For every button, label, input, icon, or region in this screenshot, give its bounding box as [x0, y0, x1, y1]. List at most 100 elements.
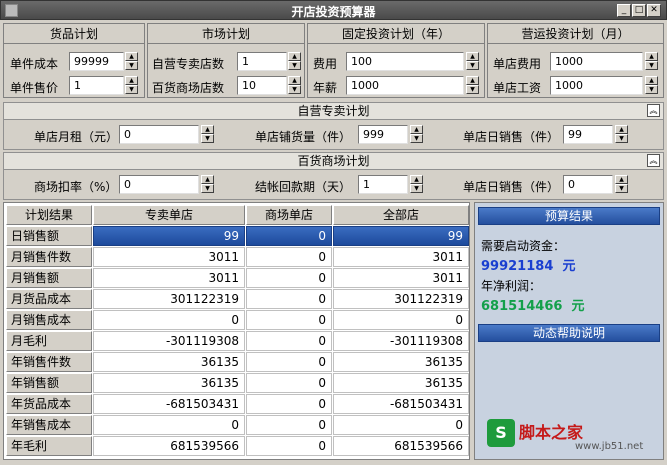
table-cell[interactable]: 3011: [333, 268, 469, 288]
unit-cost-spinner[interactable]: ▲ ▼: [125, 52, 138, 71]
table-cell[interactable]: 0: [246, 352, 332, 372]
annual-salary-input[interactable]: 1000: [346, 76, 464, 95]
table-cell[interactable]: 99: [333, 226, 469, 246]
column-header[interactable]: 商场单店: [246, 205, 332, 225]
budget-result-panel: 预算结果 需要启动资金： 99921184 元 年净利润： 681514466 …: [474, 202, 664, 460]
self-store-plan-bar[interactable]: 自营专卖计划 ︽: [3, 102, 664, 120]
row-label[interactable]: 月毛利: [6, 331, 92, 351]
unit-price-spinner[interactable]: ▲ ▼: [125, 76, 138, 95]
dynamic-help-title[interactable]: 动态帮助说明: [478, 324, 660, 342]
table-cell[interactable]: 3011: [93, 268, 245, 288]
self-daily-sales-spinner[interactable]: ▲ ▼: [615, 125, 628, 144]
table-cell[interactable]: 0: [93, 415, 245, 435]
discount-rate-spinner[interactable]: ▲ ▼: [201, 175, 214, 194]
table-cell[interactable]: 0: [246, 226, 332, 246]
expense-input[interactable]: 100: [346, 52, 464, 71]
payment-period-spinner[interactable]: ▲ ▼: [410, 175, 423, 194]
table-cell[interactable]: 301122319: [93, 289, 245, 309]
collapse-icon[interactable]: ︽: [647, 104, 660, 117]
table-cell[interactable]: 0: [333, 415, 469, 435]
monthly-rent-spinner[interactable]: ▲ ▼: [201, 125, 214, 144]
monthly-rent-input[interactable]: 0: [119, 125, 199, 144]
self-store-count-spinner[interactable]: ▲ ▼: [288, 52, 301, 71]
close-button[interactable]: ✕: [647, 4, 661, 17]
row-label[interactable]: 年销售件数: [6, 352, 92, 372]
row-label[interactable]: 月销售额: [6, 268, 92, 288]
row-label[interactable]: 年销售成本: [6, 415, 92, 435]
table-cell[interactable]: 36135: [333, 352, 469, 372]
table-cell[interactable]: 36135: [333, 373, 469, 393]
unit-cost-label: 单件成本: [10, 57, 59, 71]
self-store-count-label: 自营专卖店数: [152, 57, 225, 71]
startup-capital-value: 99921184 元: [481, 259, 576, 274]
dept-daily-sales-input[interactable]: 0: [563, 175, 613, 194]
collapse-icon[interactable]: ︽: [647, 154, 660, 167]
goods-plan-group: 货品计划 单件成本 99999 ▲ ▼ 单件售价 1 ▲ ▼: [3, 23, 145, 98]
table-cell[interactable]: -301119308: [333, 331, 469, 351]
column-header[interactable]: 专卖单店: [93, 205, 245, 225]
table-cell[interactable]: 301122319: [333, 289, 469, 309]
column-header[interactable]: 计划结果: [6, 205, 92, 225]
table-cell[interactable]: 36135: [93, 373, 245, 393]
row-label[interactable]: 年货品成本: [6, 394, 92, 414]
dept-store-plan-bar[interactable]: 百货商场计划 ︽: [3, 152, 664, 170]
expense-label: 费用: [313, 57, 338, 71]
store-wage-input[interactable]: 1000: [550, 76, 643, 95]
payment-period-input[interactable]: 1: [358, 175, 408, 194]
table-cell[interactable]: -301119308: [93, 331, 245, 351]
maximize-button[interactable]: □: [632, 4, 646, 17]
row-label[interactable]: 月货品成本: [6, 289, 92, 309]
discount-rate-label: 商场扣率（%）: [34, 180, 118, 194]
stock-volume-spinner[interactable]: ▲ ▼: [410, 125, 423, 144]
table-cell[interactable]: 3011: [93, 247, 245, 267]
table-cell[interactable]: 99: [93, 226, 245, 246]
net-profit-label: 年净利润：: [481, 279, 542, 293]
table-cell[interactable]: 0: [246, 436, 332, 456]
row-label[interactable]: 年销售额: [6, 373, 92, 393]
stock-volume-input[interactable]: 999: [358, 125, 408, 144]
table-cell[interactable]: 0: [246, 289, 332, 309]
dept-daily-sales-spinner[interactable]: ▲ ▼: [615, 175, 628, 194]
unit-price-input[interactable]: 1: [69, 76, 124, 95]
market-plan-title: 市场计划: [148, 24, 304, 44]
table-cell[interactable]: 0: [246, 331, 332, 351]
table-cell[interactable]: 0: [333, 310, 469, 330]
column-header[interactable]: 全部店: [333, 205, 469, 225]
dept-store-plan-title: 百货商场计划: [297, 154, 370, 168]
row-label[interactable]: 年毛利: [6, 436, 92, 456]
discount-rate-input[interactable]: 0: [119, 175, 199, 194]
unit-price-label: 单件售价: [10, 81, 59, 95]
unit-cost-input[interactable]: 99999: [69, 52, 124, 71]
table-cell[interactable]: 3011: [333, 247, 469, 267]
store-wage-spinner[interactable]: ▲ ▼: [645, 76, 658, 95]
self-store-count-input[interactable]: 1: [237, 52, 287, 71]
table-cell[interactable]: 681539566: [333, 436, 469, 456]
payment-period-label: 结帐回款期（天）: [255, 180, 352, 194]
table-cell[interactable]: 681539566: [93, 436, 245, 456]
table-cell[interactable]: 0: [246, 247, 332, 267]
dept-store-plan-panel: 商场扣率（%） 0 ▲ ▼ 结帐回款期（天） 1 ▲ ▼ 单店日销售（件） 0 ▲ ▼: [3, 170, 664, 200]
dept-daily-sales-label: 单店日销售（件）: [463, 180, 560, 194]
table-cell[interactable]: 0: [246, 394, 332, 414]
table-cell[interactable]: 36135: [93, 352, 245, 372]
annual-salary-spinner[interactable]: ▲ ▼: [466, 76, 479, 95]
table-cell[interactable]: 0: [246, 373, 332, 393]
row-label[interactable]: 月销售成本: [6, 310, 92, 330]
minimize-button[interactable]: _: [617, 4, 631, 17]
table-cell[interactable]: 0: [93, 310, 245, 330]
self-daily-sales-input[interactable]: 99: [563, 125, 613, 144]
table-cell[interactable]: 0: [246, 268, 332, 288]
watermark-url: www.jb51.net: [575, 441, 644, 452]
table-cell[interactable]: 0: [246, 310, 332, 330]
dept-store-count-input[interactable]: 10: [237, 76, 287, 95]
store-expense-spinner[interactable]: ▲ ▼: [645, 52, 658, 71]
expense-spinner[interactable]: ▲ ▼: [466, 52, 479, 71]
dept-store-count-spinner[interactable]: ▲ ▼: [288, 76, 301, 95]
table-cell[interactable]: 0: [246, 415, 332, 435]
operating-investment-group: 营运投资计划（月） 单店费用 1000 ▲ ▼ 单店工资 1000 ▲ ▼: [487, 23, 664, 98]
table-cell[interactable]: -681503431: [333, 394, 469, 414]
store-expense-input[interactable]: 1000: [550, 52, 643, 71]
row-label[interactable]: 日销售额: [6, 226, 92, 246]
row-label[interactable]: 月销售件数: [6, 247, 92, 267]
table-cell[interactable]: -681503431: [93, 394, 245, 414]
